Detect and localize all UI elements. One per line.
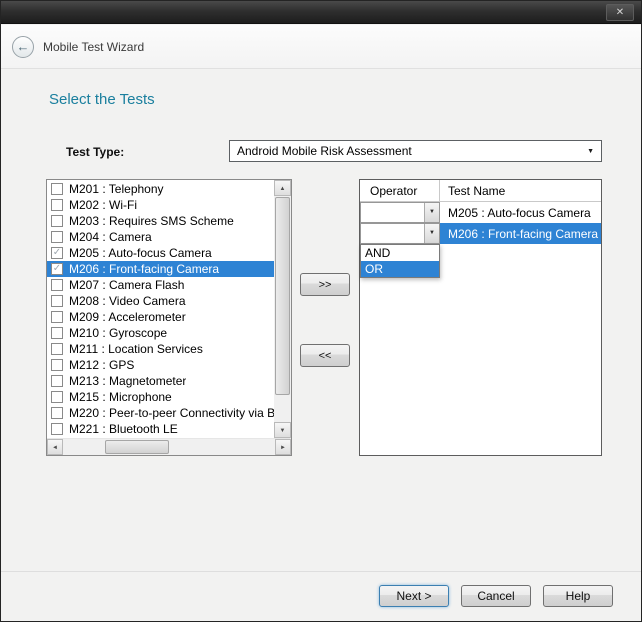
test-item-label: M207 : Camera Flash — [69, 277, 184, 293]
available-test-item[interactable]: M221 : Bluetooth LE — [47, 421, 274, 437]
available-test-item[interactable]: M213 : Magnetometer — [47, 373, 274, 389]
checkbox-icon[interactable] — [51, 343, 63, 355]
selected-tests-table: Operator Test Name ▼M205 : Auto-focus Ca… — [359, 179, 602, 456]
checkbox-icon[interactable] — [51, 407, 63, 419]
test-item-label: M212 : GPS — [69, 357, 134, 373]
available-test-item[interactable]: M215 : Microphone — [47, 389, 274, 405]
test-item-label: M208 : Video Camera — [69, 293, 186, 309]
available-test-item[interactable]: M204 : Camera — [47, 229, 274, 245]
selected-test-row[interactable]: ▼M206 : Front-facing Camera — [360, 223, 601, 244]
operator-cell: ▼ — [360, 223, 440, 244]
checkbox-icon[interactable] — [51, 279, 63, 291]
available-test-item[interactable]: ✓ M205 : Auto-focus Camera — [47, 245, 274, 261]
footer-divider — [1, 571, 641, 572]
help-button[interactable]: Help — [543, 585, 613, 607]
test-item-label: M203 : Requires SMS Scheme — [69, 213, 234, 229]
available-test-item[interactable]: M202 : Wi-Fi — [47, 197, 274, 213]
scroll-down-icon[interactable]: ▼ — [274, 422, 291, 438]
available-test-item[interactable]: M209 : Accelerometer — [47, 309, 274, 325]
selected-tests-rows: ▼M205 : Auto-focus Camera▼M206 : Front-f… — [360, 202, 601, 244]
scroll-up-icon[interactable]: ▲ — [274, 180, 291, 196]
test-item-label: M221 : Bluetooth LE — [69, 421, 178, 437]
available-test-item[interactable]: M210 : Gyroscope — [47, 325, 274, 341]
checkbox-icon[interactable] — [51, 423, 63, 435]
checkbox-icon[interactable] — [51, 375, 63, 387]
selected-test-name: M206 : Front-facing Camera — [440, 223, 601, 244]
checkbox-icon[interactable] — [51, 231, 63, 243]
selected-test-name: M205 : Auto-focus Camera — [440, 202, 601, 223]
selected-test-row[interactable]: ▼M205 : Auto-focus Camera — [360, 202, 601, 223]
test-item-label: M215 : Microphone — [69, 389, 172, 405]
test-item-label: M206 : Front-facing Camera — [69, 261, 219, 277]
page-heading: Select the Tests — [49, 91, 155, 108]
close-button[interactable]: ✕ — [606, 4, 634, 21]
available-tests-list: M201 : TelephonyM202 : Wi-FiM203 : Requi… — [47, 180, 274, 438]
checkbox-icon[interactable] — [51, 391, 63, 403]
chevron-down-icon: ▼ — [587, 142, 594, 161]
vertical-scroll-thumb[interactable] — [275, 197, 290, 395]
operator-combobox[interactable]: ▼ — [360, 202, 440, 223]
close-icon: ✕ — [616, 7, 624, 18]
horizontal-scroll-thumb[interactable] — [105, 440, 169, 454]
test-item-label: M205 : Auto-focus Camera — [69, 245, 212, 261]
horizontal-scrollbar[interactable]: ◄ ► — [47, 438, 291, 455]
checkbox-icon[interactable] — [51, 311, 63, 323]
test-type-dropdown[interactable]: Android Mobile Risk Assessment ▼ — [229, 140, 602, 162]
available-tests-listbox: M201 : TelephonyM202 : Wi-FiM203 : Requi… — [46, 179, 292, 456]
available-test-item[interactable]: M212 : GPS — [47, 357, 274, 373]
checkbox-icon[interactable] — [51, 359, 63, 371]
remove-tests-button[interactable]: << — [300, 344, 350, 367]
add-tests-button[interactable]: >> — [300, 273, 350, 296]
checkbox-icon[interactable] — [51, 327, 63, 339]
test-item-label: M202 : Wi-Fi — [69, 197, 137, 213]
available-test-item[interactable]: M208 : Video Camera — [47, 293, 274, 309]
chevron-down-icon[interactable]: ▼ — [424, 224, 439, 243]
available-test-item[interactable]: M201 : Telephony — [47, 181, 274, 197]
test-item-label: M204 : Camera — [69, 229, 152, 245]
test-type-value: Android Mobile Risk Assessment — [237, 144, 412, 158]
operator-cell: ▼ — [360, 202, 440, 223]
test-name-column-header: Test Name — [440, 180, 601, 201]
available-test-item[interactable]: M203 : Requires SMS Scheme — [47, 213, 274, 229]
available-test-item[interactable]: M211 : Location Services — [47, 341, 274, 357]
checkbox-icon[interactable] — [51, 215, 63, 227]
operator-column-header: Operator — [360, 180, 440, 201]
vertical-scrollbar[interactable]: ▲ ▼ — [274, 180, 291, 438]
cancel-button[interactable]: Cancel — [461, 585, 531, 607]
test-item-label: M210 : Gyroscope — [69, 325, 167, 341]
test-item-label: M213 : Magnetometer — [69, 373, 186, 389]
checkbox-icon[interactable] — [51, 183, 63, 195]
test-item-label: M209 : Accelerometer — [69, 309, 186, 325]
wizard-header: ← Mobile Test Wizard — [1, 25, 641, 69]
available-test-item[interactable]: M207 : Camera Flash — [47, 277, 274, 293]
table-header: Operator Test Name — [360, 180, 601, 202]
operator-dropdown-list: ANDOR — [360, 244, 440, 278]
available-test-item[interactable]: M220 : Peer-to-peer Connectivity via Blu… — [47, 405, 274, 421]
operator-option[interactable]: OR — [361, 261, 439, 277]
test-type-label: Test Type: — [66, 145, 124, 159]
operator-combobox[interactable]: ▼ — [360, 223, 440, 244]
available-test-item[interactable]: ✓ M206 : Front-facing Camera — [47, 261, 274, 277]
titlebar: ✕ — [1, 1, 641, 24]
checkbox-icon[interactable] — [51, 199, 63, 211]
mobile-test-wizard-window: ✕ ← Mobile Test Wizard Select the Tests … — [0, 0, 642, 622]
back-arrow-icon: ← — [17, 39, 30, 54]
operator-option[interactable]: AND — [361, 245, 439, 261]
checkbox-checked-icon[interactable]: ✓ — [51, 263, 63, 275]
chevron-down-icon[interactable]: ▼ — [424, 203, 439, 222]
test-item-label: M211 : Location Services — [69, 341, 203, 357]
checkbox-checked-icon[interactable]: ✓ — [51, 247, 63, 259]
scroll-left-icon[interactable]: ◄ — [47, 439, 63, 455]
checkbox-icon[interactable] — [51, 295, 63, 307]
scroll-right-icon[interactable]: ► — [275, 439, 291, 455]
next-button[interactable]: Next > — [379, 585, 449, 607]
wizard-title: Mobile Test Wizard — [43, 40, 144, 54]
test-item-label: M220 : Peer-to-peer Connectivity via Blu… — [69, 405, 274, 421]
test-item-label: M201 : Telephony — [69, 181, 164, 197]
back-button[interactable]: ← — [12, 36, 34, 58]
